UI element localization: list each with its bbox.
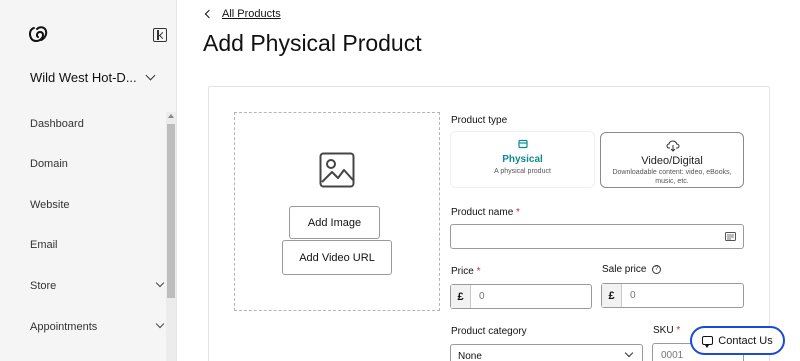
product-name-label-text: Product name (451, 207, 514, 218)
price-label-text: Price (451, 266, 474, 277)
help-icon[interactable]: ? (652, 264, 662, 274)
sidebar-item-appointments[interactable]: Appointments (30, 321, 97, 333)
product-category-select[interactable]: None (450, 344, 643, 361)
product-type-digital-option[interactable]: Video/Digital Downloadable content: vide… (600, 132, 744, 188)
price-placeholder: 0 (479, 291, 485, 302)
sku-label: SKU * (653, 325, 680, 336)
chevron-down-icon[interactable] (155, 278, 165, 288)
currency-prefix: £ (451, 285, 471, 308)
site-name-label: Wild West Hot-D... (30, 70, 137, 85)
digital-option-subtitle: Downloadable content: video, eBooks, mus… (612, 169, 732, 185)
chevron-left-icon (204, 9, 214, 19)
sale-price-label-text: Sale price (602, 264, 647, 275)
add-image-button[interactable]: Add Image (289, 206, 380, 239)
required-mark: * (516, 207, 520, 218)
collapse-sidebar-icon[interactable] (153, 28, 167, 42)
sidebar-item-email[interactable]: Email (30, 239, 58, 251)
product-type-label: Product type (451, 115, 508, 126)
breadcrumb[interactable]: All Products (204, 8, 281, 20)
physical-option-subtitle: A physical product (494, 168, 551, 175)
physical-option-title: Physical (502, 154, 543, 165)
chevron-down-icon (145, 70, 156, 81)
all-products-link[interactable]: All Products (222, 8, 281, 20)
contact-us-label: Contact Us (718, 334, 773, 347)
autofill-card-icon (725, 232, 736, 241)
image-placeholder-icon (319, 152, 355, 188)
sidebar: Wild West Hot-D... Dashboard Domain Webs… (0, 0, 177, 361)
site-selector[interactable]: Wild West Hot-D... (30, 70, 156, 85)
sidebar-item-domain[interactable]: Domain (30, 158, 68, 170)
price-label: Price * (451, 266, 480, 277)
digital-option-title: Video/Digital (641, 155, 703, 167)
sale-price-placeholder: 0 (630, 290, 636, 301)
sidebar-item-dashboard[interactable]: Dashboard (30, 118, 84, 130)
page-title: Add Physical Product (203, 30, 422, 56)
sale-price-input[interactable]: £ 0 (601, 283, 744, 308)
price-input[interactable]: £ 0 (450, 284, 592, 309)
sidebar-item-website[interactable]: Website (30, 199, 70, 211)
sidebar-scrollbar[interactable] (166, 112, 176, 361)
product-type-physical-option[interactable]: Physical A physical product (450, 131, 595, 188)
chat-icon (702, 336, 714, 348)
required-mark: * (476, 266, 481, 277)
product-name-label: Product name * (451, 207, 520, 218)
required-mark: * (676, 325, 681, 336)
chevron-down-icon (624, 348, 634, 358)
box-icon (518, 139, 528, 149)
sidebar-item-store[interactable]: Store (30, 280, 56, 292)
sku-label-text: SKU (653, 325, 674, 336)
contact-us-button[interactable]: Contact Us (690, 326, 785, 355)
chevron-down-icon[interactable] (155, 319, 165, 329)
add-video-url-button[interactable]: Add Video URL (282, 240, 392, 275)
scroll-up-arrow-icon[interactable] (168, 114, 174, 118)
cloud-download-icon (666, 140, 680, 152)
sale-price-label: Sale price ? (602, 264, 662, 275)
scrollbar-thumb[interactable] (167, 124, 175, 298)
godaddy-logo-icon[interactable] (28, 24, 48, 44)
sku-placeholder: 0001 (661, 350, 684, 361)
product-category-value: None (458, 351, 482, 361)
product-category-label: Product category (451, 326, 527, 337)
product-name-input[interactable] (450, 224, 744, 249)
currency-prefix: £ (602, 284, 622, 307)
